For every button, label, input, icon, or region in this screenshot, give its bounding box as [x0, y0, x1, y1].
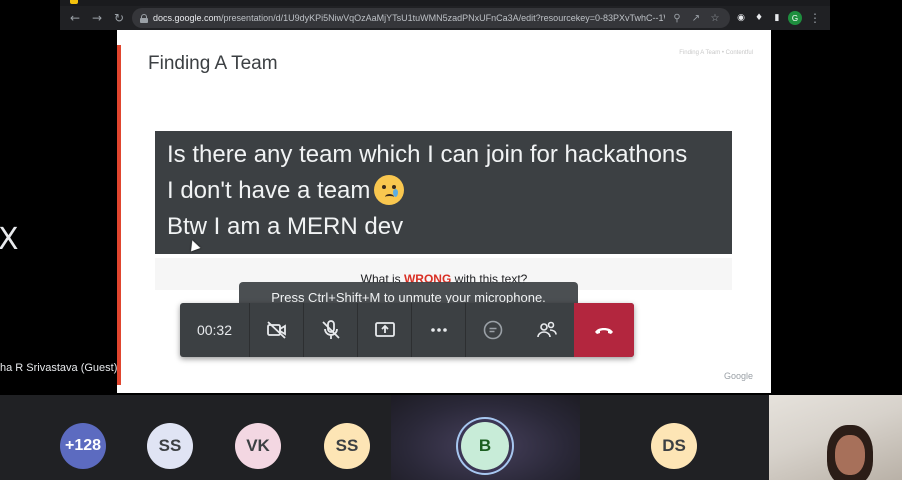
more-participants-avatar[interactable]: +128 [60, 423, 106, 469]
reload-icon[interactable]: ↻ [110, 9, 128, 27]
participant-avatar[interactable]: SS [324, 423, 370, 469]
active-tab-indicator[interactable] [70, 0, 78, 4]
participant-tile-speaking[interactable]: B [391, 395, 580, 480]
chat-button[interactable] [466, 303, 520, 357]
present-screen-icon [374, 322, 395, 337]
browser-toolbar: ← → ↻ docs.google.com/presentation/d/1U9… [60, 6, 830, 30]
profile-avatar[interactable]: G [788, 11, 802, 25]
camera-toggle-button[interactable] [250, 303, 304, 357]
chat-line-1: Is there any team which I can join for h… [167, 141, 688, 168]
lock-icon[interactable] [140, 13, 148, 23]
call-controls-bar: 00:32 [180, 303, 634, 357]
call-timer: 00:32 [180, 303, 250, 357]
back-icon[interactable]: ← [66, 9, 84, 27]
chat-message-box: Is there any team which I can join for h… [155, 131, 732, 254]
participant-avatar[interactable]: B [461, 422, 509, 470]
slide-breadcrumb: Finding A Team • Contentful [679, 50, 753, 56]
participant-avatar[interactable]: SS [147, 423, 193, 469]
participants-icon [537, 321, 557, 338]
more-options-icon [430, 328, 447, 332]
hang-up-icon [595, 328, 613, 334]
person-face [835, 435, 865, 475]
slide-accent-bar [117, 45, 121, 385]
address-bar[interactable]: docs.google.com/presentation/d/1U9dyKPi5… [132, 8, 730, 28]
url-text[interactable]: docs.google.com/presentation/d/1U9dyKPi5… [153, 13, 665, 23]
crying-face-emoji-icon [374, 174, 405, 205]
mic-toggle-button[interactable] [304, 303, 358, 357]
participant-group-tile[interactable]: +128 SS VK SS [0, 395, 391, 480]
more-options-button[interactable] [412, 303, 466, 357]
participant-avatar[interactable]: DS [651, 423, 697, 469]
tear-icon [393, 188, 399, 197]
participant-avatar[interactable]: VK [235, 423, 281, 469]
presenter-name-label: ha R Srivastava (Guest) [0, 362, 118, 374]
leave-call-button[interactable] [574, 303, 634, 357]
sidepanel-icon[interactable]: ▮ [770, 11, 784, 25]
zoom-icon[interactable]: ⚲ [670, 13, 684, 24]
chat-icon [483, 320, 503, 340]
chat-line-2: I don't have a team [167, 173, 720, 209]
share-icon[interactable]: ↗ [689, 13, 703, 24]
forward-icon[interactable]: → [88, 9, 106, 27]
close-icon[interactable]: X [0, 222, 19, 257]
mic-off-icon [321, 320, 340, 339]
participant-video[interactable] [769, 395, 902, 480]
slide-title: Finding A Team [148, 53, 278, 74]
menu-icon[interactable]: ⋮ [806, 9, 824, 27]
chat-line-2-text: I don't have a team [167, 177, 371, 204]
participants-button[interactable] [520, 303, 574, 357]
extension-icon[interactable]: ◉ [734, 11, 748, 25]
camera-off-icon [266, 321, 286, 339]
chat-line-3: Btw I am a MERN dev [167, 213, 404, 240]
browser-window: ← → ↻ docs.google.com/presentation/d/1U9… [60, 0, 830, 30]
star-icon[interactable]: ☆ [708, 13, 722, 24]
participant-tile[interactable]: DS [580, 395, 769, 480]
share-screen-button[interactable] [358, 303, 412, 357]
google-logo: Google [723, 371, 753, 381]
participants-strip: +128 SS VK SS B DS [0, 395, 902, 480]
puzzle-icon[interactable]: ♦ [752, 11, 766, 25]
